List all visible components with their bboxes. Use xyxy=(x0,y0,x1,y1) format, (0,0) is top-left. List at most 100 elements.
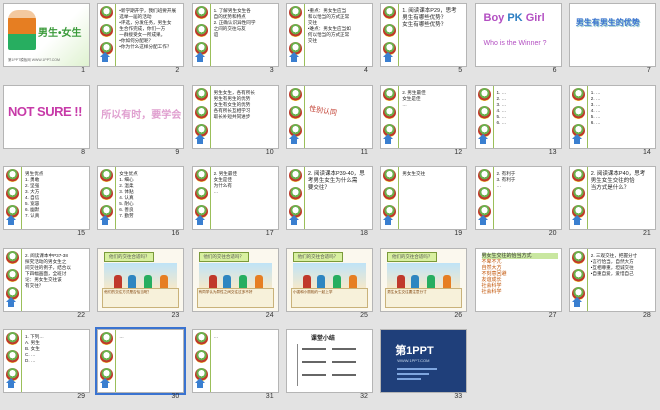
slide-preview[interactable]: 女生优点 1. 细心 2. 温柔 3. 体贴 4. 认真 5. 耐心 6. 善良 7. 勤劳 xyxy=(97,166,185,230)
slide-preview[interactable]: 男生•女生 第1PPT模板网 WWW.1PPT.COM xyxy=(3,3,90,67)
slide-thumbnail[interactable]: 第1PPT WWW.1PPT.COM 33 xyxy=(377,326,468,403)
slide-text: 1. 下列… A. 男生 B. 女生 C. … D. … xyxy=(25,334,86,364)
slide-number: 3 xyxy=(269,67,274,74)
home-icon[interactable] xyxy=(571,215,582,227)
slide-preview[interactable]: 1. … 2. … 3. … 4. … 5. … 6. … xyxy=(568,84,656,149)
home-icon[interactable] xyxy=(100,215,111,227)
slide-preview[interactable]: … xyxy=(191,329,279,393)
slide-preview[interactable]: 2. 阅读课本中P37-38 探究活动的男女生之 间交往的例子，结合以 下四幅画面，全… xyxy=(3,247,90,312)
slide-preview[interactable]: 男生女生，各有所长 男生有男生的优势 女生有女生的优势 各有所长互相学习 取长补短共同进… xyxy=(191,84,279,149)
slide-preview[interactable]: •重点：男女生应当 和以恰当的方式正常 交往 •难点：男女生应当如 何以恰当的方式正常交… xyxy=(285,3,373,67)
home-icon[interactable] xyxy=(194,133,205,146)
slide-text: 男女生交往的恰当方式 不卑不亢 自然大方 不刻意回避 友谊成长 社会科学 社会科学 xyxy=(481,252,558,295)
slide-thumbnail[interactable]: 1. … 2. … 3. … 4. … 5. … 6. … 14 xyxy=(566,82,657,159)
home-icon[interactable] xyxy=(100,52,111,64)
slide-title: 课堂小结 xyxy=(310,336,335,342)
slide-thumbnail[interactable]: Boy PK Girl Who is the Winner ? 6 xyxy=(472,0,563,77)
slide-thumbnail[interactable]: 1. 阅读课本P29，思考 男生有哪些优势？ 女生有哪些优势？ 5 xyxy=(377,0,468,77)
slide-thumbnail[interactable]: 他们的交往合适吗？ 有同学认为异性之间交往过多不好 24 xyxy=(189,245,280,322)
slide-thumbnail[interactable]: •新学期开学，我们班要开展 选举一届的活动 •评选，分发任务，男生女 生合作完成，你们… xyxy=(94,0,185,77)
divider-line xyxy=(115,330,117,392)
slide-thumbnail[interactable]: 2. 有利于 3. 有利于… 20 xyxy=(472,163,563,240)
home-icon[interactable] xyxy=(194,215,205,227)
slide-thumbnail[interactable]: 男生有男生的优势 7 xyxy=(566,0,657,77)
slide-thumbnail[interactable]: 2. 阅读课本P40，思考 男生女生交往的恰 当方式是什么？ 21 xyxy=(566,163,657,240)
school-badge-icon xyxy=(194,87,208,101)
slide-number: 29 xyxy=(77,393,85,400)
home-icon[interactable] xyxy=(477,133,488,146)
slide-preview[interactable]: 1. 了解男生女生各 自的优势和特点 2. 正确认识异性同学 之间的交往与友谊 xyxy=(191,3,279,67)
slide-thumbnail[interactable]: NOT SURE !! 8 xyxy=(0,82,91,159)
slide-thumbnail[interactable]: 所以有时，要学会 9 xyxy=(94,82,185,159)
slide-text: 2. 男生最佳 女生是佳… xyxy=(402,90,463,108)
home-icon[interactable] xyxy=(383,133,394,146)
slide-preview[interactable]: 男生优点 1. 勇敢 2. 坚强 3. 大方 4. 自信 5. 宽容 6. 幽默 7. 认真 xyxy=(3,166,90,230)
slide-thumbnail[interactable]: •重点：男女生应当 和以恰当的方式正常 交往 •难点：男女生应当如 何以恰当的方式正常交… xyxy=(283,0,374,77)
slide-thumbnail[interactable]: … 31 xyxy=(189,326,280,403)
slide-preview[interactable]: 他们的交往合适吗？ 他们的交往方式是否恰当呢？ xyxy=(97,247,185,312)
slide-thumbnail[interactable]: 2. 三观交往，把握分寸 •言行恰当，自然大方 •互相尊重，坦诚交往 •自重自爱，爱惜… xyxy=(566,245,657,322)
slide-preview[interactable]: 2. 三观交往，把握分寸 •言行恰当，自然大方 •互相尊重，坦诚交往 •自重自爱，爱惜… xyxy=(568,247,656,312)
slide-thumbnail[interactable]: 男生•女生 第1PPT模板网 WWW.1PPT.COM 1 xyxy=(0,0,91,77)
slide-text-line: 2. 阅读课本P40，思考 xyxy=(590,171,646,177)
slide-preview[interactable]: 男生有男生的优势 xyxy=(568,3,656,67)
slide-thumbnail[interactable]: 他们的交往合适吗？ 小强和小丽相约一起上学 25 xyxy=(283,245,374,322)
slide-preview[interactable]: 男女生交往的恰当方式 不卑不亢 自然大方 不刻意回避 友谊成长 社会科学 社会科学 xyxy=(474,247,562,312)
slide-thumbnail[interactable]: 1. 下列… A. 男生 B. 女生 C. … D. … 29 xyxy=(0,326,91,403)
divider-line xyxy=(586,167,588,229)
slide-preview[interactable]: 2. 阅读课本P40，思考 男生女生交往的恰 当方式是什么？ xyxy=(568,166,656,230)
home-icon[interactable] xyxy=(571,296,582,309)
home-icon[interactable] xyxy=(6,215,16,227)
slide-preview[interactable]: … xyxy=(95,327,187,395)
slide-preview[interactable]: 他们的交往合适吗？ 小强和小丽相约一起上学 xyxy=(285,247,373,312)
home-icon[interactable] xyxy=(6,296,16,309)
slide-thumbnail[interactable]: 他们的交往合适吗？ 男生女生交往要注意分寸 26 xyxy=(377,245,468,322)
slide-text-line: … xyxy=(119,334,124,339)
home-icon[interactable] xyxy=(288,52,299,64)
slide-number: 4 xyxy=(363,67,368,74)
slide-thumbnail[interactable]: 2. 男生最佳 女生是佳… 12 xyxy=(377,82,468,159)
slide-thumbnail[interactable]: 1. 了解男生女生各 自的优势和特点 2. 正确认识异性同学 之间的交往与友谊 3 xyxy=(189,0,280,77)
slide-thumbnail[interactable]: 男女生交往 19 xyxy=(377,163,468,240)
home-icon[interactable] xyxy=(194,52,205,64)
home-icon[interactable] xyxy=(571,133,582,146)
slide-thumbnail[interactable]: 2. 阅读课本中P37-38 探究活动的男女生之 间交往的例子，结合以 下四幅画面，全… xyxy=(0,245,91,322)
slide-thumbnail[interactable]: 他们的交往合适吗？ 他们的交往方式是否恰当呢？ 23 xyxy=(94,245,185,322)
slide-thumbnail[interactable]: 1. … 2. … 3. … 4. … 5. … 6. … 13 xyxy=(472,82,563,159)
home-icon[interactable] xyxy=(383,215,394,227)
slide-preview[interactable]: 课堂小结 xyxy=(285,329,373,393)
slide-preview[interactable]: 第1PPT WWW.1PPT.COM xyxy=(380,329,468,393)
slide-preview[interactable]: 1. 阅读课本P29，思考 男生有哪些优势？ 女生有哪些优势？ xyxy=(380,3,468,67)
home-icon[interactable] xyxy=(6,378,16,390)
slide-preview[interactable]: 1. … 2. … 3. … 4. … 5. … 6. … xyxy=(474,84,562,149)
slide-thumbnail[interactable]: 课堂小结 32 xyxy=(283,326,374,403)
slide-preview[interactable]: 性别认同 xyxy=(285,84,373,149)
home-icon[interactable] xyxy=(194,378,205,390)
slide-thumbnail[interactable]: 2. 阅读课本P39-40，思 考男生女生为什么需 要交往？ 18 xyxy=(283,163,374,240)
slide-preview[interactable]: 1. 下列… A. 男生 B. 女生 C. … D. … xyxy=(3,329,90,393)
slide-preview[interactable]: 2. 有利于 3. 有利于… xyxy=(474,166,562,230)
slide-preview[interactable]: •新学期开学，我们班要开展 选举一届的活动 •评选，分发任务，男生女 生合作完成，你们… xyxy=(97,3,185,67)
slide-text-line: … xyxy=(213,334,219,339)
slide-thumbnail[interactable]: 男生女生，各有所长 男生有男生的优势 女生有女生的优势 各有所长互相学习 取长补短共同进… xyxy=(189,82,280,159)
slide-preview[interactable]: Boy PK Girl Who is the Winner ? xyxy=(474,3,562,67)
home-icon[interactable] xyxy=(477,215,488,227)
home-icon[interactable] xyxy=(383,52,394,64)
home-icon[interactable] xyxy=(288,215,299,227)
home-icon[interactable] xyxy=(100,378,111,390)
slide-thumbnail[interactable]: 2. 男生最佳 女生是佳 为什么有… 17 xyxy=(189,163,280,240)
slide-thumbnail[interactable]: 男生优点 1. 勇敢 2. 坚强 3. 大方 4. 自信 5. 宽容 6. 幽默 7. 认真 1… xyxy=(0,163,91,240)
slide-preview[interactable]: 2. 男生最佳 女生是佳 为什么有… xyxy=(191,166,279,230)
slide-preview[interactable]: NOT SURE !! xyxy=(3,84,90,149)
slide-preview[interactable]: 他们的交往合适吗？ 有同学认为异性之间交往过多不好 xyxy=(191,247,279,312)
slide-thumbnail[interactable]: … 30 xyxy=(94,326,187,403)
slide-preview[interactable]: 男女生交往 xyxy=(380,166,468,230)
slide-thumbnail[interactable]: 女生优点 1. 细心 2. 温柔 3. 体贴 4. 认真 5. 耐心 6. 善良 7. 勤劳 1… xyxy=(94,163,185,240)
slide-preview[interactable]: 所以有时，要学会 xyxy=(97,84,185,149)
slide-thumbnail[interactable]: 性别认同 11 xyxy=(283,82,374,159)
slide-preview[interactable]: 2. 男生最佳 女生是佳… xyxy=(380,84,468,149)
slide-preview[interactable]: 他们的交往合适吗？ 男生女生交往要注意分寸 xyxy=(380,247,468,312)
home-icon[interactable] xyxy=(288,133,299,146)
slide-thumbnail[interactable]: 男女生交往的恰当方式 不卑不亢 自然大方 不刻意回避 友谊成长 社会科学 社会科学 27 xyxy=(472,245,563,322)
slide-preview[interactable]: 2. 阅读课本P39-40，思 考男生女生为什么需 要交往？ xyxy=(285,166,373,230)
